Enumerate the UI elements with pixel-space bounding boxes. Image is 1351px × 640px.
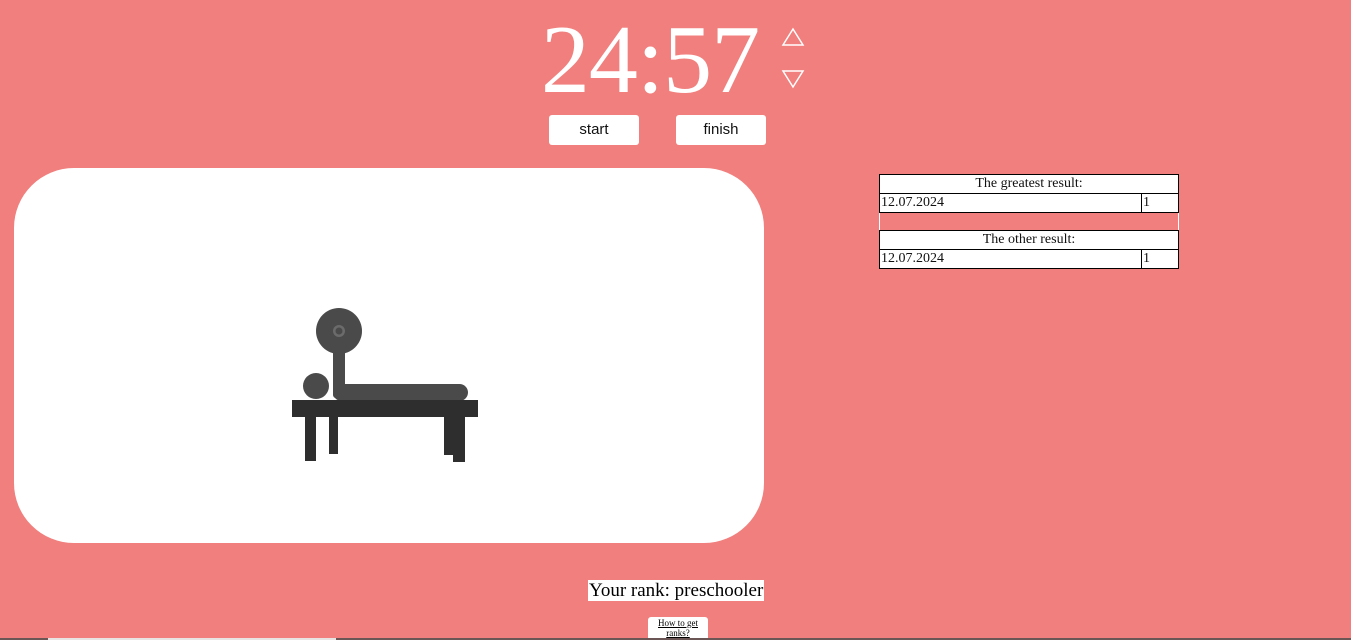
triangle-down-outline-icon <box>781 70 805 89</box>
divider <box>879 213 1179 230</box>
other-result-heading: The other result: <box>879 230 1179 250</box>
result-date: 12.07.2024 <box>879 193 1142 213</box>
result-date: 12.07.2024 <box>879 249 1142 269</box>
other-result-table: The other result: 12.07.2024 1 <box>879 230 1179 269</box>
rank-label: Your rank: preschooler <box>588 580 765 601</box>
page: 24:57 start finish The greatest result: … <box>0 0 1351 640</box>
start-button[interactable]: start <box>549 115 639 145</box>
result-count: 1 <box>1141 249 1179 269</box>
finish-button[interactable]: finish <box>676 115 766 145</box>
table-row: 12.07.2024 1 <box>879 193 1179 213</box>
bench-press-icon <box>292 308 478 462</box>
decrease-time-button[interactable] <box>780 66 806 90</box>
result-count: 1 <box>1141 193 1179 213</box>
table-row: 12.07.2024 1 <box>879 249 1179 269</box>
increase-time-button[interactable] <box>780 26 806 50</box>
greatest-result-table: The greatest result: 12.07.2024 1 <box>879 174 1179 213</box>
timer-display: 24:57 <box>540 6 760 114</box>
results-panel: The greatest result: 12.07.2024 1 The ot… <box>879 174 1179 269</box>
greatest-result-heading: The greatest result: <box>879 174 1179 194</box>
how-to-get-ranks-link[interactable]: How to get ranks? <box>648 617 708 640</box>
exercise-card <box>14 168 764 543</box>
triangle-up-outline-icon <box>781 27 805 46</box>
